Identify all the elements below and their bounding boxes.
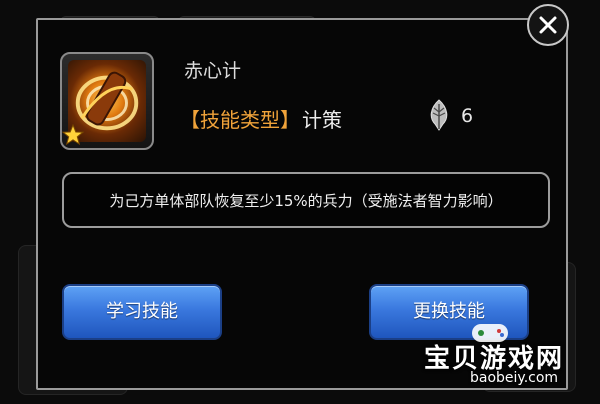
leaf-feather-icon [430,99,448,131]
skill-type-value: 计策 [302,108,342,132]
close-button[interactable] [527,4,569,46]
skill-description-text: 为己方单体部队恢复至少15%的兵力（受施法者智力影响） [109,191,503,210]
watermark-url: baobeiy.com [470,370,559,386]
game-screen: 详情 装备 赤心计 【技能类型】计策 6 为己方单体部队恢复至 [0,0,600,404]
skill-name: 赤心计 [184,60,242,82]
skill-type-label: 【技能类型】 [180,108,300,132]
star-icon [62,124,84,146]
learn-skill-button[interactable]: 学习技能 [62,284,222,340]
skill-type-row: 【技能类型】 计策 [180,104,342,133]
skill-description: 为己方单体部队恢复至少15%的兵力（受施法者智力影响） [62,172,550,228]
close-icon [539,16,557,34]
cost-value: 6 [461,105,474,127]
